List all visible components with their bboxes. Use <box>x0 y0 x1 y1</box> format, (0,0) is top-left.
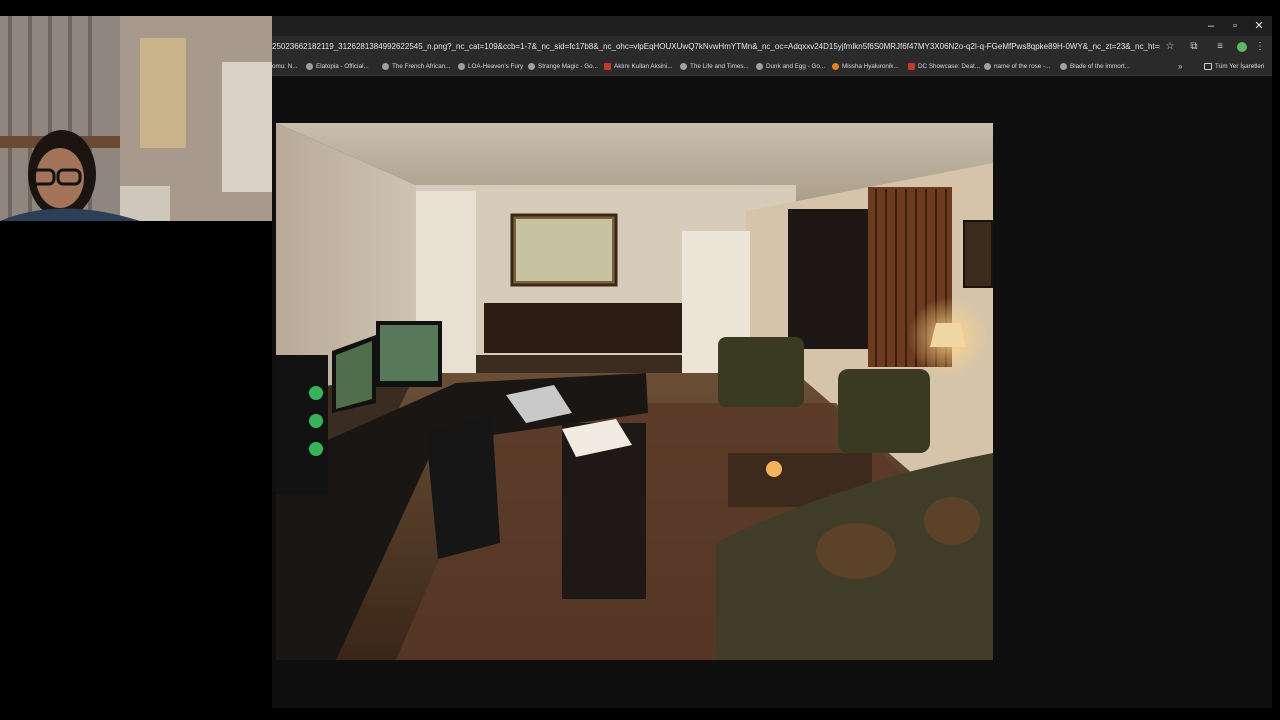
bookmark-item[interactable]: Dunk and Egg - Go... <box>756 58 825 75</box>
globe-icon <box>1060 62 1067 70</box>
menu-kebab-icon[interactable]: ⋮ <box>1252 39 1268 55</box>
chair-back <box>120 186 170 221</box>
orange-icon <box>832 62 839 70</box>
media-control-icon[interactable]: ≡ <box>1212 39 1228 55</box>
webcam-feed <box>0 16 272 221</box>
kitchen-cabinets <box>484 303 684 353</box>
wall-art <box>963 220 993 288</box>
globe-icon <box>528 62 535 70</box>
folder-icon <box>1204 62 1212 70</box>
bookmark-item[interactable]: The Life and Times... <box>680 58 749 75</box>
bookmark-star-icon[interactable]: ☆ <box>1162 39 1178 55</box>
bookmark-item[interactable]: Elatopia - Official... <box>306 58 369 75</box>
bookmark-item[interactable]: Blade of the immort... <box>1060 58 1130 75</box>
globe-icon <box>382 62 389 70</box>
acoustic-panels <box>788 209 868 349</box>
displayed-image <box>276 123 993 660</box>
bookmark-item[interactable]: Aklını Kullan Aksini... <box>604 58 672 75</box>
bookmark-item[interactable]: LOA-Heaven's Fury <box>458 58 523 75</box>
webcam-overlay <box>0 16 272 221</box>
title-bar: – ▫ ✕ <box>272 16 1272 36</box>
bookshelf <box>222 62 272 192</box>
floor-lamp-shade <box>930 323 966 347</box>
bookmarks-overflow-button[interactable]: » <box>1178 58 1182 75</box>
globe-icon <box>458 62 465 70</box>
bookmark-item[interactable]: omu: N... <box>272 58 298 75</box>
globe-icon <box>680 62 687 70</box>
person-face <box>36 148 84 208</box>
sofa-pillow <box>816 523 896 579</box>
red-square-icon <box>604 62 611 70</box>
google-icon <box>984 62 991 70</box>
close-button[interactable]: ✕ <box>1250 18 1268 34</box>
browser-window: – ▫ ✕ 25023662182119_3126281384992622545… <box>272 16 1272 708</box>
extensions-icon[interactable]: ⧉ <box>1186 39 1202 55</box>
bookmark-item[interactable]: Missha Hyaluronik... <box>832 58 899 75</box>
book-stack <box>140 38 186 148</box>
minimize-button[interactable]: – <box>1202 18 1220 34</box>
bookmark-item[interactable]: Strange Magic - Go... <box>528 58 598 75</box>
profile-avatar-icon[interactable] <box>1234 39 1250 55</box>
window-curtain <box>516 219 612 281</box>
url-field[interactable]: 25023662182119_3126281384992622545_n.png… <box>272 36 1160 58</box>
office-chair <box>426 415 500 559</box>
armchair-right <box>838 369 930 453</box>
red-square-icon <box>908 62 915 70</box>
bookmark-item[interactable]: name of the rose -... <box>984 58 1050 75</box>
globe-icon <box>306 62 313 70</box>
bookmarks-bar: omu: N... Elatopia - Official... The Fre… <box>272 58 1272 76</box>
all-bookmarks-button[interactable]: Tüm Yer İşaretleri <box>1204 58 1264 75</box>
screen: – ▫ ✕ 25023662182119_3126281384992622545… <box>0 0 1280 720</box>
room-illustration <box>276 123 993 660</box>
bookmark-item[interactable]: DC Showcase: Deat... <box>908 58 980 75</box>
page-viewport <box>272 76 1272 708</box>
address-bar[interactable]: 25023662182119_3126281384992622545_n.png… <box>272 36 1272 58</box>
armchair-left <box>718 337 804 407</box>
google-icon <box>756 62 763 70</box>
maximize-button[interactable]: ▫ <box>1226 18 1244 34</box>
bookmark-item[interactable]: The French African... <box>382 58 450 75</box>
